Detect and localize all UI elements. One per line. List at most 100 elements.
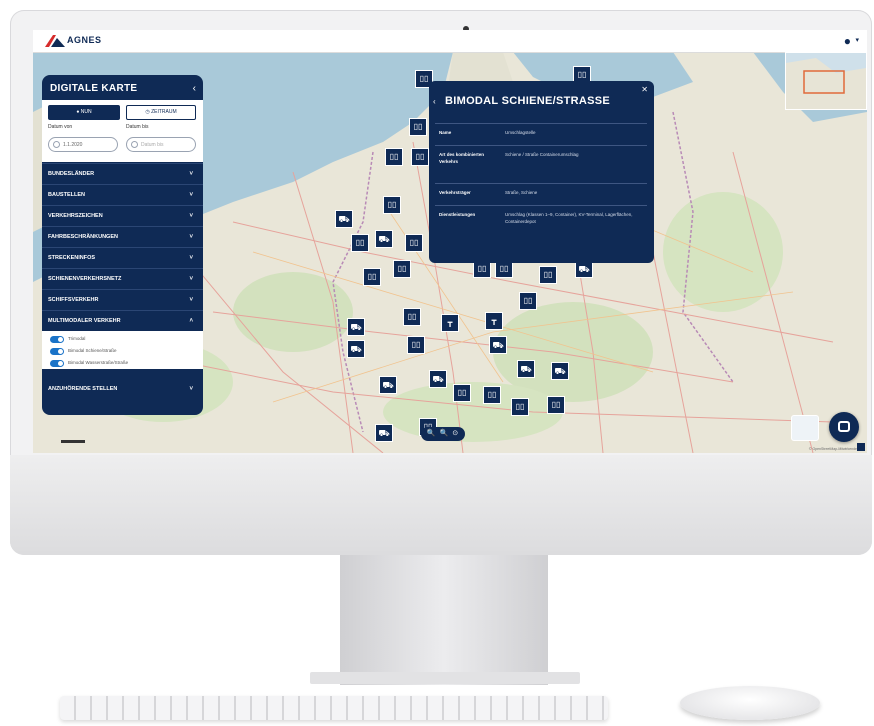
toggle-label: Bimodal Wasserstraße/Straße	[68, 360, 129, 365]
sidebar-item-multimodaler-verkehr[interactable]: MULTIMODALER VERKEHR ˄	[42, 310, 203, 330]
app-logo-text: AGNES	[67, 35, 102, 45]
corner-toggle-icon[interactable]	[857, 443, 865, 451]
marker-icon[interactable]: ▯▯	[383, 196, 401, 214]
truck-marker-icon[interactable]: ⛟	[429, 370, 447, 388]
chevron-down-icon: ˅	[189, 255, 193, 261]
chevron-left-icon[interactable]: ‹	[193, 83, 196, 94]
sidebar-item-schiffsverkehr[interactable]: SCHIFFSVERKEHR ˅	[42, 289, 203, 309]
screen: AGNES ● ▾ ▯▯ ▯▯ ▯▯ ▯▯ ▯▯ ▯▯ ⛟ ▯▯ ⛟ ▯▯ ▯▯…	[33, 30, 867, 453]
chevron-down-icon[interactable]: ▾	[855, 36, 859, 44]
multimodal-toggle-panel: Trimodal Bimodal Schiene/Straße Bimodal …	[42, 331, 203, 369]
date-to-label: Datum bis	[126, 124, 149, 130]
agnes-logo-icon	[45, 35, 65, 47]
sidebar-item-label: BUNDESLÄNDER	[48, 171, 95, 177]
crane-marker-icon[interactable]: ┳	[441, 314, 459, 332]
monitor-stand-base	[310, 672, 580, 684]
marker-icon[interactable]: ▯▯	[511, 398, 529, 416]
close-icon[interactable]: ✕	[641, 85, 648, 94]
popup-row-value: Umschlag (Klassen 1–9, Container), KV-Te…	[505, 212, 633, 224]
popup-row: Dienstleistungen Umschlag (Klassen 1–9, …	[435, 205, 647, 252]
sidebar-item-schienenverkehrsnetz[interactable]: SCHIENENVERKEHRSNETZ ˅	[42, 268, 203, 288]
popup-row: Name Umschlagstelle	[435, 123, 647, 146]
sidebar-item-baustellen[interactable]: BAUSTELLEN ˅	[42, 184, 203, 204]
minimap[interactable]	[785, 52, 867, 110]
date-to-field[interactable]: Datum bis	[126, 137, 196, 152]
time-filter-panel: ● NUN ◷ ZEITRAUM Datum von Datum bis 1.1…	[42, 100, 203, 162]
toggle-switch[interactable]	[50, 336, 64, 343]
marker-icon[interactable]: ▯▯	[411, 148, 429, 166]
marker-icon[interactable]: ▯▯	[539, 266, 557, 284]
truck-marker-icon[interactable]: ⛟	[489, 336, 507, 354]
truck-marker-icon[interactable]: ⛟	[375, 230, 393, 248]
sidebar-item-anzuhoerende-stellen[interactable]: ANZUHÖRENDE STELLEN ˅	[42, 379, 203, 399]
chevron-left-icon[interactable]: ‹	[433, 97, 436, 106]
monitor-chin	[10, 455, 872, 555]
popup-row-value: Umschlagstelle	[505, 130, 536, 135]
marker-icon[interactable]: ▯▯	[363, 268, 381, 286]
calendar-icon	[131, 141, 138, 148]
now-button[interactable]: ● NUN	[48, 105, 120, 120]
chat-icon[interactable]	[829, 412, 859, 442]
chevron-down-icon: ˅	[189, 192, 193, 198]
marker-icon[interactable]: ▯▯	[385, 148, 403, 166]
crane-marker-icon[interactable]: ┳	[485, 312, 503, 330]
chevron-down-icon: ˅	[189, 171, 193, 177]
chevron-down-icon: ˅	[189, 297, 193, 303]
sidebar-item-label: SCHIENENVERKEHRSNETZ	[48, 276, 122, 282]
sidebar-item-label: MULTIMODALER VERKEHR	[48, 318, 121, 324]
calendar-icon	[53, 141, 60, 148]
marker-icon[interactable]: ▯▯	[403, 308, 421, 326]
popup-row: Art des kombinierten Verkehrs Schiene / …	[435, 145, 647, 184]
toggle-switch[interactable]	[50, 360, 64, 367]
marker-icon[interactable]: ▯▯	[407, 336, 425, 354]
chevron-down-icon: ˅	[189, 234, 193, 240]
popup-row-key: Art des kombinierten Verkehrs	[439, 152, 485, 164]
marker-icon[interactable]: ▯▯	[453, 384, 471, 402]
sidebar-item-streckeninfos[interactable]: STRECKENINFOS ˅	[42, 247, 203, 267]
sidebar-item-label: FAHRBESCHRÄNKUNGEN	[48, 234, 118, 240]
marker-icon[interactable]: ▯▯	[409, 118, 427, 136]
marker-icon[interactable]: ▯▯	[519, 292, 537, 310]
date-from-label: Datum von	[48, 124, 73, 130]
chevron-down-icon: ˅	[189, 213, 193, 219]
truck-marker-icon[interactable]: ⛟	[375, 424, 393, 442]
marker-icon[interactable]: ▯▯	[393, 260, 411, 278]
map-attribution: © OpenStreetMap-Mitwirkende	[808, 447, 857, 451]
time-range-button[interactable]: ◷ ZEITRAUM	[126, 105, 196, 120]
chevron-down-icon: ˅	[189, 386, 193, 392]
keyboard	[60, 696, 608, 720]
toggle-label: Trimodal	[68, 336, 86, 341]
sidebar-item-verkehrszeichen[interactable]: VERKEHRSZEICHEN ˅	[42, 205, 203, 225]
toggle-switch[interactable]	[50, 348, 64, 355]
chevron-down-icon: ˅	[189, 276, 193, 282]
marker-icon[interactable]: ▯▯	[483, 386, 501, 404]
zoom-controls[interactable]: 🔍 🔍 ⊙	[421, 427, 465, 441]
sidebar-item-label: VERKEHRSZEICHEN	[48, 213, 103, 219]
layer-switcher-button[interactable]	[791, 415, 819, 441]
marker-icon[interactable]: ▯▯	[351, 234, 369, 252]
truck-marker-icon[interactable]: ⛟	[347, 340, 365, 358]
account-circle-icon[interactable]: ●	[844, 34, 851, 48]
sidebar-item-label: BAUSTELLEN	[48, 192, 85, 198]
monitor-stand	[340, 555, 548, 685]
popup-row-key: Dienstleistungen	[439, 212, 476, 217]
popup-row: Verkehrsträger Straße, Schiene	[435, 183, 647, 206]
map-scale-bar	[61, 440, 85, 443]
sidebar-item-label: SCHIFFSVERKEHR	[48, 297, 99, 303]
marker-icon[interactable]: ▯▯	[547, 396, 565, 414]
popup-title: BIMODAL SCHIENE/STRASSE	[445, 95, 610, 107]
truck-marker-icon[interactable]: ⛟	[517, 360, 535, 378]
truck-marker-icon[interactable]: ⛟	[347, 318, 365, 336]
sidebar-item-label: STRECKENINFOS	[48, 255, 96, 261]
truck-marker-icon[interactable]: ⛟	[551, 362, 569, 380]
truck-marker-icon[interactable]: ⛟	[335, 210, 353, 228]
popup-row-value: Straße, Schiene	[505, 190, 538, 195]
date-from-field[interactable]: 1.1.2020	[48, 137, 118, 152]
sidebar-item-fahrbeschraenkungen[interactable]: FAHRBESCHRÄNKUNGEN ˅	[42, 226, 203, 246]
date-to-placeholder: Datum bis	[141, 142, 164, 148]
popup-row-value: Schiene / Straße Containerumschlag	[505, 152, 579, 157]
sidebar-item-bundeslaender[interactable]: BUNDESLÄNDER ˅	[42, 163, 203, 183]
marker-icon[interactable]: ▯▯	[405, 234, 423, 252]
truck-marker-icon[interactable]: ⛟	[379, 376, 397, 394]
toggle-label: Bimodal Schiene/Straße	[68, 348, 117, 353]
